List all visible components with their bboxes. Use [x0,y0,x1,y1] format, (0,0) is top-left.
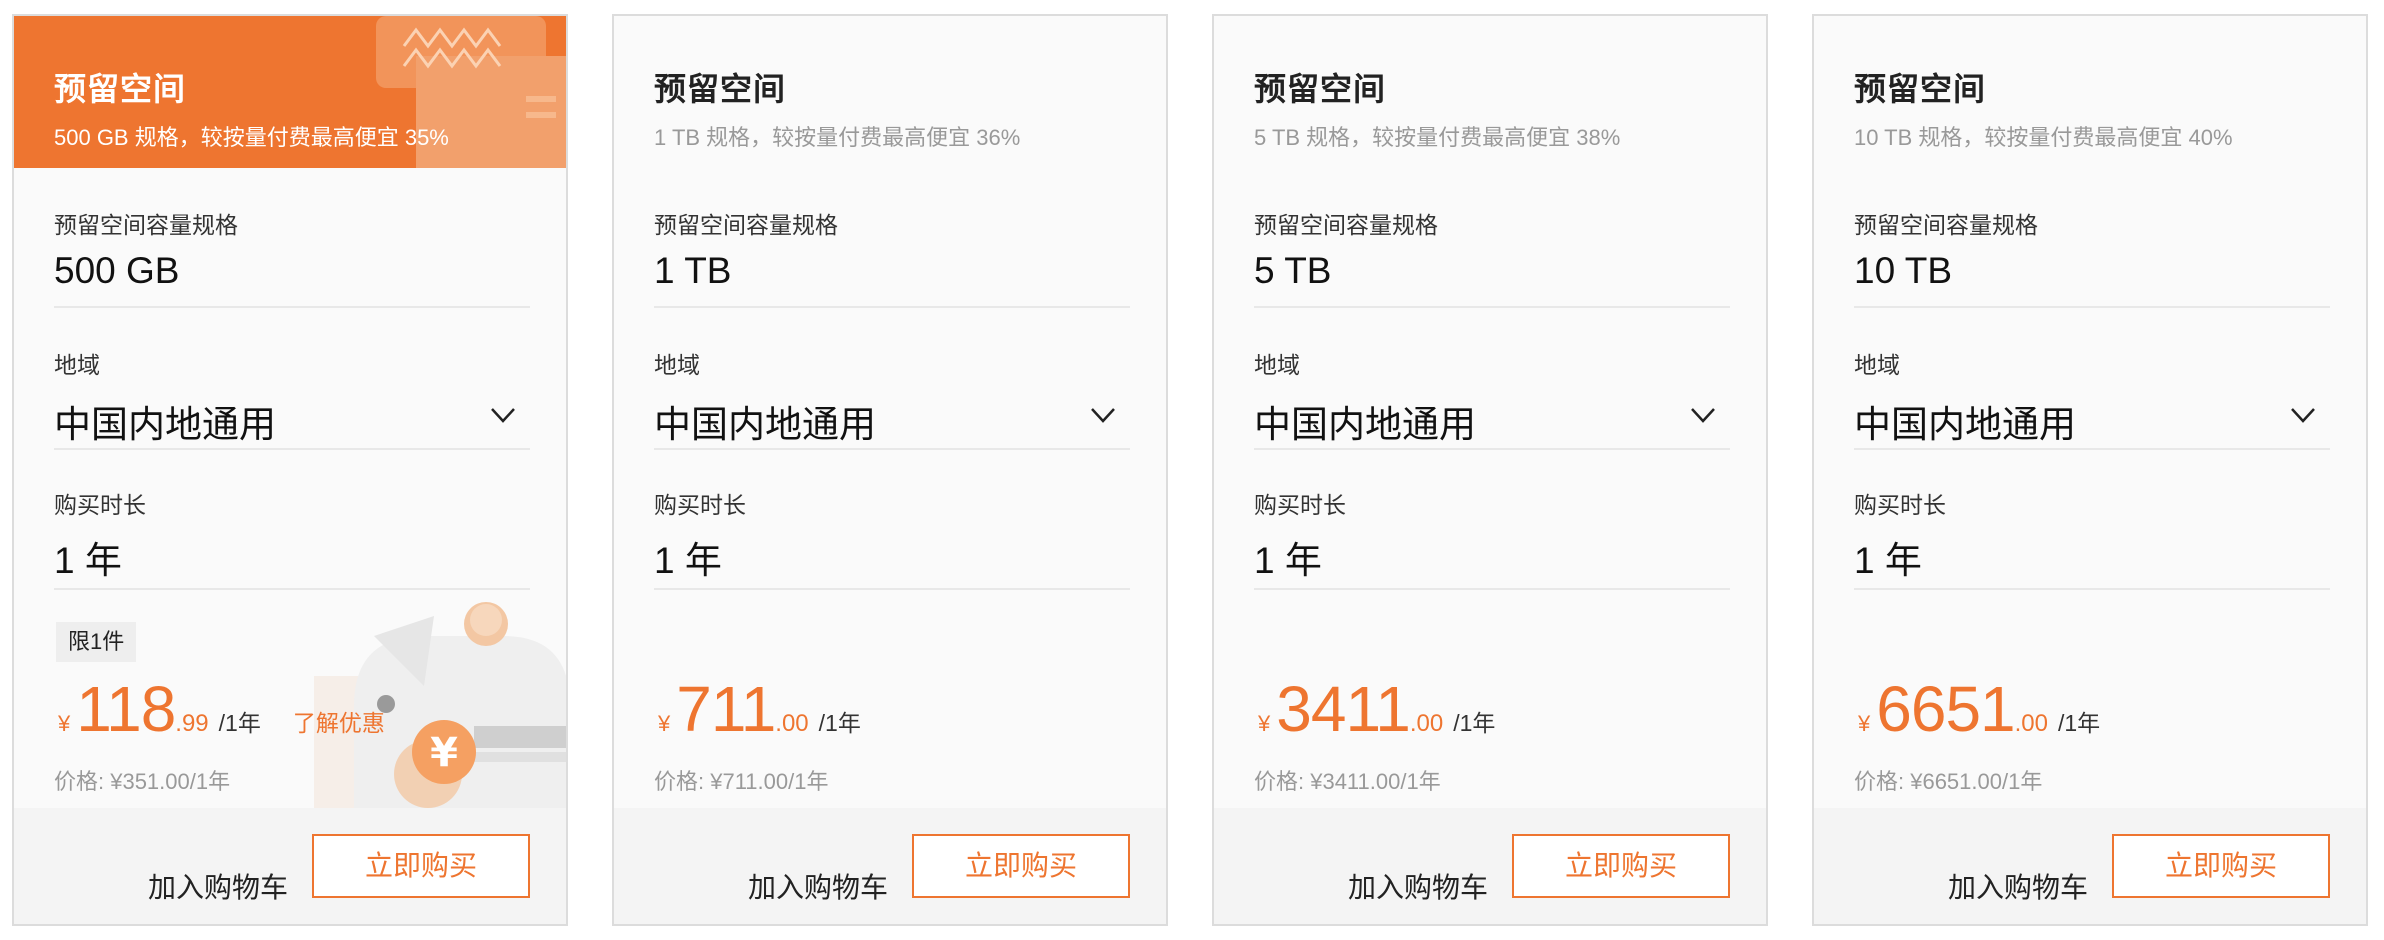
price-integer: 711 [676,673,776,745]
divider [54,306,530,308]
card-footer: 加入购物车 立即购买 [1214,808,1766,924]
add-to-cart-button[interactable]: 加入购物车 [748,866,888,906]
original-price: 价格: ¥3411.00/1年 [1254,769,1441,794]
svg-text:¥: ¥ [430,730,458,776]
add-to-cart-button[interactable]: 加入购物车 [1348,866,1488,906]
price-row: ¥3411.00/1年 [1258,672,1495,752]
price-period: /1年 [218,710,261,736]
region-select[interactable]: 中国内地通用 [1254,394,1476,448]
divider [1854,588,2330,590]
capacity-label: 预留空间容量规格 [1854,212,2038,238]
capacity-value: 500 GB [54,250,180,291]
plan-card-500gb: 预留空间 500 GB 规格，较按量付费最高便宜 35% ¥ 预留空间容量规格 … [12,14,568,926]
price-decimal: .00 [775,710,809,737]
card-footer: 加入购物车 立即购买 [1814,808,2366,924]
learn-discount-link[interactable]: 了解优惠 [293,704,385,738]
card-footer: 加入购物车 立即购买 [14,808,566,924]
duration-value: 1 年 [54,540,122,581]
currency-symbol: ¥ [1258,711,1271,736]
card-header: 预留空间 10 TB 规格，较按量付费最高便宜 40% [1814,16,2366,168]
card-subtitle: 10 TB 规格，较按量付费最高便宜 40% [1854,125,2233,150]
card-subtitle: 500 GB 规格，较按量付费最高便宜 35% [54,125,449,150]
price-decimal: .00 [2014,710,2048,737]
buy-now-button[interactable]: 立即购买 [1512,834,1730,898]
price-decimal: .99 [175,710,209,737]
plan-card-10tb: 预留空间 10 TB 规格，较按量付费最高便宜 40% 预留空间容量规格 10 … [1812,14,2368,926]
region-select[interactable]: 中国内地通用 [654,394,876,448]
chevron-down-icon[interactable] [2288,400,2318,430]
capacity-value: 10 TB [1854,250,1953,291]
divider [1254,448,1730,450]
duration-value: 1 年 [1854,540,1922,581]
duration-value: 1 年 [1254,540,1322,581]
capacity-label: 预留空间容量规格 [654,212,838,238]
price-period: /1年 [2058,710,2101,736]
chevron-down-icon[interactable] [1088,400,1118,430]
original-price: 价格: ¥6651.00/1年 [1854,769,2043,794]
buy-now-button[interactable]: 立即购买 [2112,834,2330,898]
chevron-down-icon[interactable] [488,400,518,430]
plan-card-5tb: 预留空间 5 TB 规格，较按量付费最高便宜 38% 预留空间容量规格 5 TB… [1212,14,1768,926]
card-title: 预留空间 [654,71,787,107]
price-integer: 118 [76,673,176,745]
capacity-label: 预留空间容量规格 [54,212,238,238]
region-label: 地域 [1254,352,1300,378]
region-label: 地域 [1854,352,1900,378]
price-row: ¥711.00/1年 [658,672,861,752]
divider [1254,306,1730,308]
divider [654,448,1130,450]
card-subtitle: 5 TB 规格，较按量付费最高便宜 38% [1254,125,1621,150]
price-integer: 3411 [1276,673,1411,745]
price-row: ¥6651.00/1年 [1858,672,2100,752]
card-header: 预留空间 500 GB 规格，较按量付费最高便宜 35% [14,16,566,168]
original-price: 价格: ¥351.00/1年 [54,769,231,794]
currency-symbol: ¥ [58,711,71,736]
price-decimal: .00 [1409,710,1444,737]
limit-badge: 限1件 [56,622,137,662]
divider [54,588,530,590]
card-title: 预留空间 [1854,71,1987,107]
chevron-down-icon[interactable] [1688,400,1718,430]
price-row: ¥118.99/1年 了解优惠 [58,672,385,752]
region-select[interactable]: 中国内地通用 [1854,394,2076,448]
region-label: 地域 [54,352,100,378]
add-to-cart-button[interactable]: 加入购物车 [148,866,288,906]
duration-label: 购买时长 [1254,492,1346,518]
price-period: /1年 [818,710,861,736]
currency-symbol: ¥ [658,711,671,736]
region-label: 地域 [654,352,700,378]
capacity-value: 1 TB [654,250,732,291]
capacity-value: 5 TB [1254,250,1332,291]
card-footer: 加入购物车 立即购买 [614,808,1166,924]
buy-now-button[interactable]: 立即购买 [912,834,1130,898]
duration-label: 购买时长 [54,492,146,518]
divider [1854,448,2330,450]
plan-card-1tb: 预留空间 1 TB 规格，较按量付费最高便宜 36% 预留空间容量规格 1 TB… [612,14,1168,926]
duration-value: 1 年 [654,540,722,581]
price-integer: 6651 [1876,673,2015,745]
region-select[interactable]: 中国内地通用 [54,394,276,448]
card-title: 预留空间 [1254,71,1387,107]
card-title: 预留空间 [54,71,187,107]
card-header: 预留空间 1 TB 规格，较按量付费最高便宜 36% [614,16,1166,168]
price-period: /1年 [1453,710,1496,736]
divider [654,306,1130,308]
card-subtitle: 1 TB 规格，较按量付费最高便宜 36% [654,125,1021,150]
add-to-cart-button[interactable]: 加入购物车 [1948,866,2088,906]
divider [1854,306,2330,308]
capacity-label: 预留空间容量规格 [1254,212,1438,238]
duration-label: 购买时长 [654,492,746,518]
divider [654,588,1130,590]
currency-symbol: ¥ [1858,711,1871,736]
original-price: 价格: ¥711.00/1年 [654,769,829,794]
card-header: 预留空间 5 TB 规格，较按量付费最高便宜 38% [1214,16,1766,168]
divider [54,448,530,450]
duration-label: 购买时长 [1854,492,1946,518]
buy-now-button[interactable]: 立即购买 [312,834,530,898]
divider [1254,588,1730,590]
